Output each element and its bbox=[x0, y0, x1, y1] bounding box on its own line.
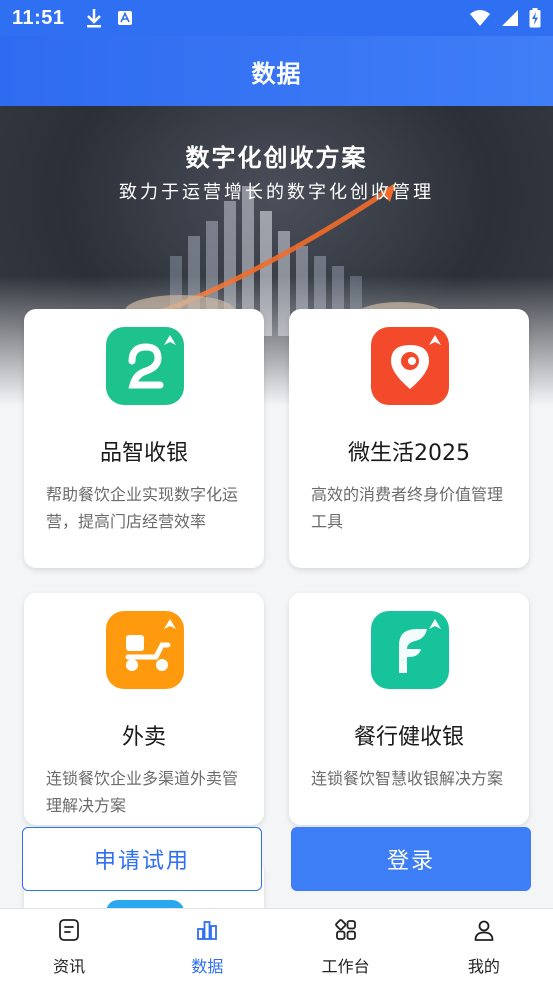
tab-data[interactable]: 数据 bbox=[138, 909, 276, 984]
status-time: 11:51 bbox=[12, 6, 65, 29]
banner-title: 数字化创收方案 bbox=[185, 144, 368, 172]
product-desc: 连锁餐饮智慧收银解决方案 bbox=[311, 769, 504, 788]
tab-label: 工作台 bbox=[321, 957, 370, 976]
pinzhi-app-icon bbox=[106, 327, 184, 405]
profile-icon bbox=[474, 920, 494, 941]
tab-news[interactable]: 资讯 bbox=[0, 909, 138, 984]
product-name: 微生活2025 bbox=[348, 441, 470, 466]
weishenghuo-app-icon bbox=[371, 327, 449, 405]
apply-trial-button[interactable]: 申请试用 bbox=[22, 827, 262, 891]
canxingjian-app-icon bbox=[371, 611, 449, 689]
download-icon bbox=[86, 9, 101, 28]
tab-label: 数据 bbox=[191, 957, 224, 976]
product-name: 外卖 bbox=[121, 725, 166, 750]
text-recognition-icon bbox=[117, 11, 132, 25]
tab-workbench[interactable]: 工作台 bbox=[277, 909, 415, 984]
product-card-waimai[interactable]: 外卖 连锁餐饮企业多渠道外卖管理解决方案 bbox=[24, 593, 264, 825]
tab-label: 资讯 bbox=[53, 957, 86, 976]
status-bar: 11:51 bbox=[0, 0, 553, 36]
product-name: 品智收银 bbox=[99, 441, 188, 466]
wifi-icon bbox=[470, 10, 490, 26]
battery-charging-icon bbox=[529, 8, 541, 28]
product-desc: 帮助餐饮企业实现数字化运营，提高门店经营效率 bbox=[46, 485, 239, 531]
login-button[interactable]: 登录 bbox=[291, 827, 531, 891]
page-title: 数据 bbox=[251, 59, 302, 88]
product-card-canxingjian[interactable]: 餐行健收银 连锁餐饮智慧收银解决方案 bbox=[289, 593, 529, 825]
product-desc: 高效的消费者终身价值管理工具 bbox=[311, 485, 504, 531]
product-desc: 连锁餐饮企业多渠道外卖管理解决方案 bbox=[46, 769, 239, 815]
delivery-scooter-app-icon bbox=[106, 611, 184, 689]
bottom-tab-bar: 资讯 数据 工作台 我的 bbox=[0, 908, 553, 984]
data-chart-icon bbox=[197, 921, 218, 940]
tab-profile[interactable]: 我的 bbox=[415, 909, 553, 984]
signal-icon bbox=[502, 10, 518, 26]
workbench-grid-icon bbox=[334, 919, 356, 940]
tab-label: 我的 bbox=[467, 957, 500, 976]
product-card-pinzhi[interactable]: 品智收银 帮助餐饮企业实现数字化运营，提高门店经营效率 bbox=[24, 309, 264, 568]
product-card-weishenghuo[interactable]: 微生活2025 高效的消费者终身价值管理工具 bbox=[289, 309, 529, 568]
news-icon bbox=[59, 919, 80, 941]
product-name: 餐行健收银 bbox=[353, 725, 464, 750]
banner-subtitle: 致力于运营增长的数字化创收管理 bbox=[119, 182, 434, 203]
title-bar: 数据 bbox=[0, 36, 553, 106]
